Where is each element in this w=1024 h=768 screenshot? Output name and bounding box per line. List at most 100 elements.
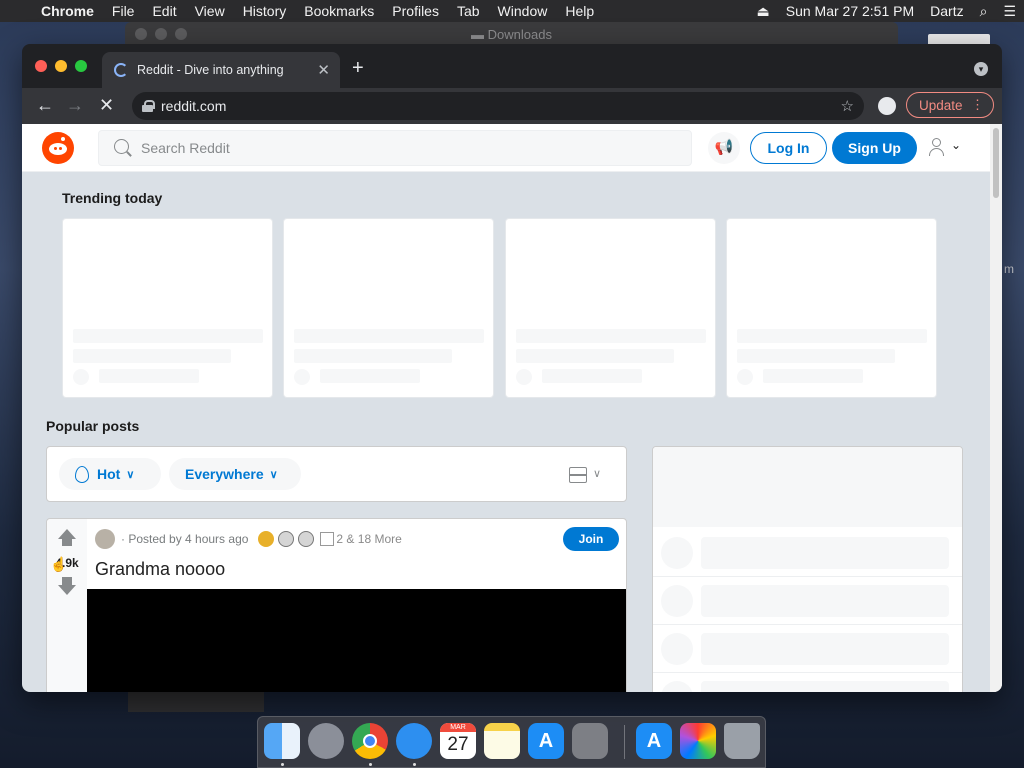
reddit-header: Search Reddit 📢 Log In Sign Up ⌄: [22, 124, 990, 172]
dock: MAR 27 A A: [257, 716, 766, 768]
more-menu-icon[interactable]: ⋮: [971, 97, 984, 113]
tab-strip: Reddit - Dive into anything ✕ + ▾: [22, 44, 1002, 88]
back-arrow-icon[interactable]: ←: [36, 95, 54, 115]
chevron-down-icon: ∨: [593, 468, 602, 480]
flame-icon: [75, 465, 89, 483]
user-icon: [932, 138, 941, 147]
search-icon: [113, 138, 133, 158]
post-title[interactable]: Grandma noooo: [95, 559, 225, 580]
menu-window[interactable]: Window: [489, 3, 557, 19]
menu-edit[interactable]: Edit: [143, 3, 185, 19]
tab-search-icon[interactable]: ▾: [974, 62, 988, 76]
update-button[interactable]: Update ⋮: [906, 92, 994, 118]
trash-icon[interactable]: [724, 723, 760, 759]
more-awards[interactable]: 2 & 18 More: [320, 532, 402, 546]
post-meta: · Posted by 4 hours ago 2 & 18 More: [95, 529, 402, 549]
menu-tab[interactable]: Tab: [448, 3, 489, 19]
vote-column: 4.9k ☝: [47, 519, 87, 692]
menu-help[interactable]: Help: [556, 3, 603, 19]
menu-view[interactable]: View: [186, 3, 234, 19]
address-bar[interactable]: reddit.com ☆: [132, 92, 864, 120]
megaphone-icon[interactable]: 📢: [708, 132, 740, 164]
trending-card[interactable]: [726, 218, 937, 398]
upvote-icon[interactable]: [57, 529, 77, 549]
forward-arrow-icon[interactable]: →: [66, 95, 84, 115]
chrome-icon[interactable]: [352, 723, 388, 759]
lock-icon[interactable]: [142, 100, 155, 112]
downvote-icon[interactable]: [57, 577, 77, 597]
profile-avatar-icon[interactable]: [878, 97, 896, 115]
layout-toggle-button[interactable]: ∨: [569, 465, 609, 487]
launchpad-icon[interactable]: [308, 723, 344, 759]
card-layout-icon: [569, 467, 587, 483]
popular-posts-title: Popular posts: [46, 418, 140, 434]
mac-menu-bar: Chrome File Edit View History Bookmarks …: [0, 0, 1024, 22]
zoom-window-button[interactable]: [75, 60, 87, 72]
multicolor-app-icon[interactable]: [680, 723, 716, 759]
sidebar-placeholder: [652, 446, 963, 692]
search-input[interactable]: Search Reddit: [98, 130, 692, 166]
menu-clock[interactable]: Sun Mar 27 2:51 PM: [778, 3, 922, 19]
app-store-icon[interactable]: A: [528, 723, 564, 759]
log-in-button[interactable]: Log In: [750, 132, 827, 164]
loading-spinner-icon: [114, 63, 128, 77]
hand-cursor-icon: ☝: [50, 556, 68, 572]
award-icon[interactable]: [258, 531, 275, 547]
control-center-icon[interactable]: ☰: [995, 3, 1024, 20]
search-placeholder: Search Reddit: [141, 140, 230, 156]
user-menu-button[interactable]: ⌄: [928, 137, 968, 159]
desktop-label-fragment: m: [1004, 262, 1014, 276]
close-window-button[interactable]: [35, 60, 47, 72]
browser-toolbar: ← → ✕ reddit.com ☆ Update ⋮: [22, 88, 1002, 124]
downloads-window-footer: [128, 690, 264, 712]
sort-bar: Hot ∨ Everywhere ∨ ∨: [46, 446, 627, 502]
eject-icon[interactable]: ⏏: [749, 3, 778, 20]
subreddit-avatar[interactable]: [95, 529, 115, 549]
tab-title: Reddit - Dive into anything: [137, 63, 284, 77]
menu-file[interactable]: File: [103, 3, 144, 19]
broken-image-icon: [320, 532, 335, 546]
downloads-window-titlebar[interactable]: ▬ Downloads: [125, 22, 898, 46]
post-video[interactable]: [87, 589, 626, 692]
system-preferences-icon[interactable]: [572, 723, 608, 759]
menu-user[interactable]: Dartz: [922, 3, 971, 19]
menu-bookmarks[interactable]: Bookmarks: [295, 3, 383, 19]
chrome-window: Reddit - Dive into anything ✕ + ▾ ← → ✕ …: [22, 44, 1002, 692]
menu-history[interactable]: History: [234, 3, 296, 19]
posted-by-text[interactable]: · Posted by 4 hours ago: [121, 532, 248, 546]
safari-icon[interactable]: [396, 723, 432, 759]
spotlight-search-icon[interactable]: ⌕: [972, 3, 996, 20]
stop-loading-icon[interactable]: ✕: [99, 95, 114, 115]
trending-card[interactable]: [283, 218, 494, 398]
award-icon[interactable]: [278, 531, 295, 547]
bookmark-star-icon[interactable]: ☆: [841, 97, 854, 115]
downloads-window-title: ▬ Downloads: [471, 27, 552, 42]
award-icon[interactable]: [298, 531, 315, 547]
page-viewport: Search Reddit 📢 Log In Sign Up ⌄ Trendin…: [22, 124, 1002, 692]
folder-icon: ▬: [471, 27, 485, 42]
reddit-logo-icon[interactable]: [42, 132, 74, 164]
finder-icon[interactable]: [264, 723, 300, 759]
calendar-icon[interactable]: MAR 27: [440, 723, 476, 759]
close-tab-icon[interactable]: ✕: [317, 61, 330, 79]
app-store-icon[interactable]: A: [636, 723, 672, 759]
tab-reddit[interactable]: Reddit - Dive into anything ✕: [102, 52, 340, 88]
sort-hot-button[interactable]: Hot ∨: [59, 458, 161, 490]
post-card[interactable]: 4.9k ☝ · Posted by 4 hours ago 2 & 18 Mo…: [46, 518, 627, 692]
join-button[interactable]: Join: [563, 527, 619, 551]
menu-profiles[interactable]: Profiles: [383, 3, 448, 19]
new-tab-button[interactable]: +: [352, 58, 364, 78]
chevron-down-icon: ∨: [269, 468, 278, 481]
location-filter-button[interactable]: Everywhere ∨: [169, 458, 301, 490]
notes-icon[interactable]: [484, 723, 520, 759]
sign-up-button[interactable]: Sign Up: [832, 132, 917, 164]
menu-app-name[interactable]: Chrome: [32, 3, 103, 19]
url-text: reddit.com: [161, 98, 227, 114]
chevron-down-icon: ∨: [126, 468, 135, 481]
trending-card[interactable]: [62, 218, 273, 398]
trending-title: Trending today: [62, 190, 163, 206]
trending-card[interactable]: [505, 218, 716, 398]
window-controls: [35, 60, 87, 72]
minimize-window-button[interactable]: [55, 60, 67, 72]
page-scrollbar[interactable]: [990, 124, 1002, 692]
